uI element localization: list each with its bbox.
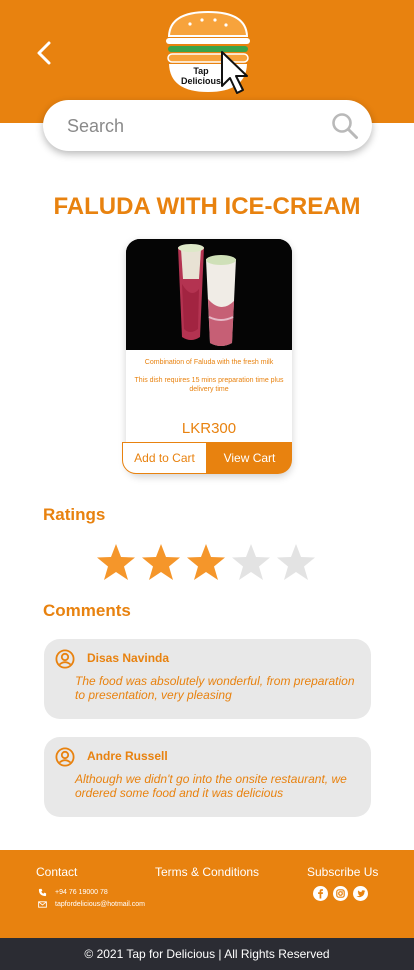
instagram-icon[interactable] [333, 886, 348, 901]
copyright-bar: © 2021 Tap for Delicious | All Rights Re… [0, 938, 414, 970]
star-empty-icon[interactable] [276, 543, 321, 583]
user-circle-icon [55, 747, 75, 767]
logo-text-line2: Delicious [180, 76, 221, 86]
comment-author: Andre Russell [87, 749, 168, 763]
star-filled-icon[interactable] [186, 543, 231, 583]
prep-time-note: This dish requires 15 mins preparation t… [134, 377, 284, 393]
email-address[interactable]: tapfordelicious@hotmail.com [55, 901, 145, 908]
user-circle-icon [55, 649, 75, 669]
copyright-text: © 2021 Tap for Delicious | All Rights Re… [84, 947, 330, 961]
comments-heading: Comments [43, 601, 131, 620]
search-input[interactable] [67, 112, 317, 140]
phone-icon [38, 888, 47, 897]
star-filled-icon[interactable] [141, 543, 186, 583]
product-title: FALUDA WITH ICE-CREAM [53, 193, 361, 220]
add-to-cart-button[interactable]: Add to Cart [122, 442, 207, 474]
product-image [126, 239, 292, 350]
search-icon[interactable] [331, 112, 359, 140]
product-description-block: Combination of Faluda with the fresh mil… [132, 358, 286, 403]
comment-author: Disas Navinda [87, 651, 170, 665]
ratings-heading: Ratings [43, 505, 106, 524]
product-price: LKR300 [181, 420, 237, 437]
back-arrow-icon[interactable] [34, 40, 54, 66]
product-description: Combination of Faluda with the fresh mil… [144, 359, 274, 366]
social-links [313, 886, 373, 901]
comment-card: Disas Navinda The food was absolutely wo… [44, 639, 371, 719]
logo-text: Tap Delicious [171, 66, 231, 86]
comment-text: The food was absolutely wonderful, from … [75, 674, 355, 702]
terms-link[interactable]: Terms & Conditions [155, 865, 259, 879]
search-bar [43, 100, 372, 151]
footer-phone: +94 76 19000 78 [38, 888, 108, 897]
burger-logo-icon[interactable] [160, 6, 256, 102]
view-cart-button[interactable]: View Cart [207, 442, 292, 474]
facebook-icon[interactable] [313, 886, 328, 901]
comment-card: Andre Russell Although we didn't go into… [44, 737, 371, 817]
twitter-icon[interactable] [353, 886, 368, 901]
mail-icon [38, 901, 47, 908]
logo-text-line1: Tap [193, 66, 209, 76]
footer-email: tapfordelicious@hotmail.com [38, 900, 145, 909]
footer-contact-heading: Contact [36, 865, 78, 879]
subscribe-heading: Subscribe Us [307, 865, 379, 879]
footer: Contact Terms & Conditions Subscribe Us … [0, 850, 414, 938]
comment-text: Although we didn't go into the onsite re… [75, 772, 347, 800]
product-card: Combination of Faluda with the fresh mil… [126, 239, 292, 474]
star-empty-icon[interactable] [231, 543, 276, 583]
star-filled-icon[interactable] [96, 543, 141, 583]
star-rating[interactable] [96, 543, 321, 583]
phone-number[interactable]: +94 76 19000 78 [55, 889, 108, 896]
